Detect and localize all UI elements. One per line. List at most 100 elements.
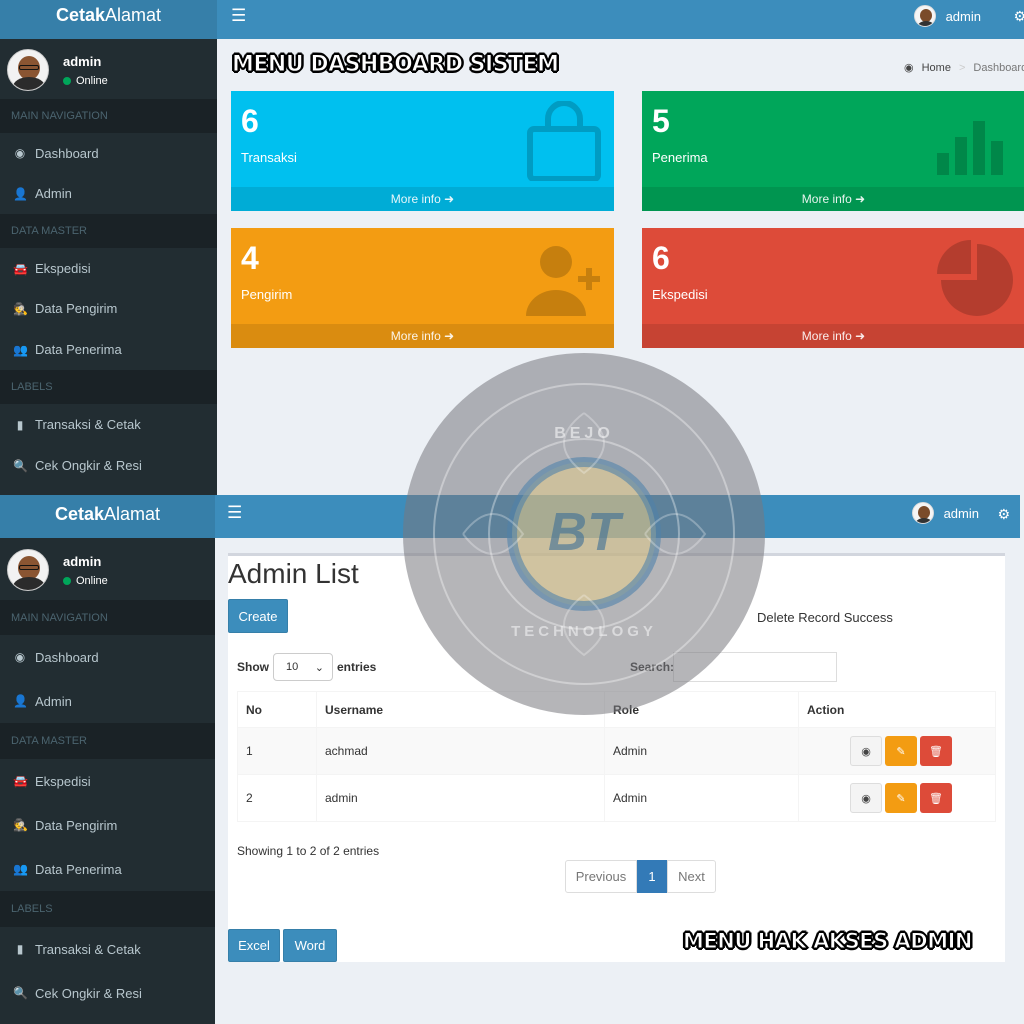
arrow-circle-right-icon: ➜ <box>444 192 455 206</box>
stat-value: 6 <box>652 240 670 276</box>
more-info-link[interactable]: More info ➜ <box>642 324 1024 348</box>
online-dot-icon <box>63 576 71 585</box>
gears-icon[interactable]: ⚙ <box>997 506 1010 523</box>
user-name: admin <box>63 53 102 69</box>
sidebar-toggle-icon[interactable]: ☰ <box>231 6 246 26</box>
dashboard-screenshot: CetakAlamat admin Online MAIN NAVIGATION… <box>0 0 1024 495</box>
sidebar-item-admin[interactable]: 👤 Admin <box>0 173 217 214</box>
stat-value: 4 <box>241 240 259 276</box>
sidebar-item-data-pengirim[interactable]: 🕵 Data Pengirim <box>0 288 217 329</box>
excel-button[interactable]: Excel <box>228 929 280 962</box>
sidebar-item-admin[interactable]: 👤 Admin <box>0 679 215 723</box>
cell-actions: ◉ ✎ 🗑 <box>798 727 996 775</box>
user-menu[interactable]: admin <box>911 502 979 524</box>
pagination: Previous 1 Next <box>565 860 716 893</box>
search-icon: 🔍 <box>13 986 28 1000</box>
sidebar-item-cek-ongkir-resi[interactable]: 🔍 Cek Ongkir & Resi <box>0 971 215 1015</box>
user-panel: admin Online <box>0 45 108 95</box>
sidebar-item-transaksi-cetak[interactable]: ▮ Transaksi & Cetak <box>0 404 217 445</box>
sidebar-item-ekspedisi[interactable]: 🚘 Ekspedisi <box>0 248 217 289</box>
top-navbar: ☰ admin ⚙ <box>217 0 1024 39</box>
view-button[interactable]: ◉ <box>850 783 882 813</box>
app-logo[interactable]: CetakAlamat <box>0 0 217 39</box>
more-info-link[interactable]: More info ➜ <box>642 187 1024 211</box>
column-header[interactable]: No <box>237 691 317 728</box>
page-caption: MENU DASHBOARD SISTEM <box>231 52 559 78</box>
nav-header: LABELS <box>0 891 215 927</box>
edit-button[interactable]: ✎ <box>885 736 917 766</box>
sidebar-item-label: Data Pengirim <box>35 301 118 316</box>
dashboard-icon: ◉ <box>14 146 26 160</box>
column-header[interactable]: Username <box>316 691 605 728</box>
file-icon: ▮ <box>16 417 24 432</box>
gears-icon[interactable]: ⚙ <box>1013 8 1024 25</box>
more-info-link[interactable]: More info ➜ <box>231 187 614 211</box>
sidebar-item-label: Dashboard <box>35 145 99 161</box>
view-button[interactable]: ◉ <box>850 736 882 766</box>
column-header: Action <box>798 691 996 728</box>
sidebar-item-label: Data Pengirim <box>35 817 118 833</box>
sidebar-item-data-pengirim[interactable]: 🕵 Data Pengirim <box>0 803 215 847</box>
dashboard-icon: ◉ <box>14 650 26 664</box>
sidebar-item-cek-ongkir-resi[interactable]: 🔍 Cek Ongkir & Resi <box>0 445 217 486</box>
cell-role: Admin <box>604 727 799 775</box>
stat-box-transaksi: 6 Transaksi More info ➜ <box>231 91 614 211</box>
nav-header: MAIN NAVIGATION <box>0 99 217 133</box>
trash-icon: 🗑 <box>929 792 943 805</box>
nav-header: DATA MASTER <box>0 723 215 759</box>
search-icon: 🔍 <box>13 458 28 473</box>
stat-label: Pengirim <box>241 287 293 302</box>
sidebar-item-dashboard[interactable]: ◉ Dashboard <box>0 133 217 173</box>
user-menu[interactable]: admin <box>913 5 981 27</box>
cell-no: 2 <box>237 774 317 822</box>
delete-button[interactable]: 🗑 <box>920 736 952 766</box>
eye-icon: ◉ <box>861 745 871 758</box>
admin-list-screenshot: CetakAlamat admin Online MAIN NAVIGATION… <box>0 495 1024 1024</box>
breadcrumb-home[interactable]: Home <box>922 62 951 74</box>
shopping-bag-icon <box>527 101 601 181</box>
sidebar: CetakAlamat admin Online MAIN NAVIGATION… <box>0 0 217 495</box>
previous-button[interactable]: Previous <box>565 860 637 893</box>
page-length-select[interactable]: 10 ⌄ <box>273 653 333 681</box>
user-secret-icon: 🕵 <box>13 818 28 832</box>
sidebar-item-label: Admin <box>35 186 72 201</box>
top-navbar: ☰ admin ⚙ <box>215 495 1020 538</box>
user-status: Online <box>63 75 108 87</box>
sidebar-item-label: Ekspedisi <box>35 773 91 789</box>
next-button[interactable]: Next <box>667 860 716 893</box>
page-1-button[interactable]: 1 <box>637 860 667 893</box>
pie-chart-icon <box>937 240 1013 316</box>
create-button[interactable]: Create <box>228 599 288 633</box>
sidebar-item-transaksi-cetak[interactable]: ▮ Transaksi & Cetak <box>0 927 215 971</box>
sidebar-item-ekspedisi[interactable]: 🚘 Ekspedisi <box>0 759 215 803</box>
chevron-down-icon: ⌄ <box>314 661 324 674</box>
table-info: Showing 1 to 2 of 2 entries <box>237 844 380 858</box>
sidebar-item-data-penerima[interactable]: 👥 Data Penerima <box>0 329 217 370</box>
sidebar-item-data-penerima[interactable]: 👥 Data Penerima <box>0 847 215 891</box>
edit-button[interactable]: ✎ <box>885 783 917 813</box>
column-header[interactable]: Role <box>604 691 799 728</box>
sidebar-item-label: Cek Ongkir & Resi <box>35 985 142 1001</box>
word-button[interactable]: Word <box>283 929 337 962</box>
app-logo[interactable]: CetakAlamat <box>0 495 215 538</box>
sidebar-item-dashboard[interactable]: ◉ Dashboard <box>0 635 215 679</box>
sidebar-toggle-icon[interactable]: ☰ <box>227 503 242 523</box>
breadcrumb: ◉ Home > Dashboard <box>904 61 1024 75</box>
stat-label: Penerima <box>652 150 708 165</box>
sidebar-item-label: Ekspedisi <box>35 261 91 276</box>
avatar <box>7 49 49 91</box>
more-info-link[interactable]: More info ➜ <box>231 324 614 348</box>
edit-icon: ✎ <box>896 792 906 805</box>
search-input[interactable] <box>673 652 837 682</box>
user-icon: 👤 <box>13 186 28 201</box>
user-secret-icon: 🕵 <box>13 301 28 316</box>
delete-button[interactable]: 🗑 <box>920 783 952 813</box>
eye-icon: ◉ <box>861 792 871 805</box>
stat-label: Transaksi <box>241 150 297 165</box>
stat-box-penerima: 5 Penerima More info ➜ <box>642 91 1024 211</box>
arrow-circle-right-icon: ➜ <box>444 329 455 343</box>
stat-value: 6 <box>241 103 259 139</box>
car-icon: 🚘 <box>13 774 28 788</box>
car-icon: 🚘 <box>13 261 28 276</box>
stat-box-ekspedisi: 6 Ekspedisi More info ➜ <box>642 228 1024 348</box>
